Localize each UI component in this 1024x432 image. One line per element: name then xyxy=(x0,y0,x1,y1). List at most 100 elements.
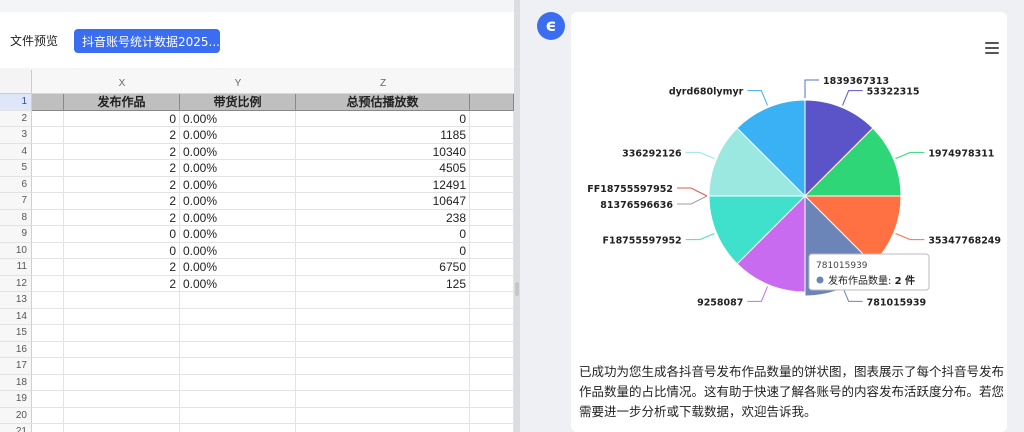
column-letter-x[interactable]: X xyxy=(64,78,180,92)
cell-z[interactable]: 12491 xyxy=(296,176,470,193)
cell[interactable] xyxy=(32,325,64,342)
cell[interactable] xyxy=(64,308,180,325)
cell[interactable] xyxy=(64,358,180,375)
cell-x[interactable]: 0 xyxy=(64,110,180,127)
cell[interactable] xyxy=(470,325,514,342)
header-cell-y[interactable]: 带货比例 xyxy=(180,94,296,111)
cell[interactable] xyxy=(32,242,64,259)
cell-x[interactable]: 2 xyxy=(64,143,180,160)
cell[interactable] xyxy=(32,341,64,358)
file-tab[interactable]: 抖音账号统计数据2025... xyxy=(74,29,220,53)
cell[interactable] xyxy=(296,292,470,309)
cell-z[interactable]: 10647 xyxy=(296,193,470,210)
cell[interactable] xyxy=(296,325,470,342)
cell[interactable] xyxy=(296,341,470,358)
cell-y[interactable]: 0.00% xyxy=(180,176,296,193)
row-number[interactable]: 8 xyxy=(0,209,32,226)
row-number[interactable]: 5 xyxy=(0,160,32,177)
cell[interactable] xyxy=(32,391,64,408)
row-number[interactable]: 20 xyxy=(0,407,32,424)
column-letter-z[interactable]: Z xyxy=(296,78,470,92)
cell-y[interactable]: 0.00% xyxy=(180,193,296,210)
cell[interactable] xyxy=(64,374,180,391)
cell-y[interactable]: 0.00% xyxy=(180,275,296,292)
cell[interactable] xyxy=(64,424,180,432)
cell[interactable] xyxy=(470,259,514,276)
cell[interactable] xyxy=(180,407,296,424)
cell[interactable] xyxy=(470,226,514,243)
cell[interactable] xyxy=(470,358,514,375)
row-number[interactable]: 2 xyxy=(0,110,32,127)
cell-x[interactable]: 2 xyxy=(64,127,180,144)
cell[interactable] xyxy=(32,308,64,325)
cell-x[interactable]: 2 xyxy=(64,160,180,177)
cell[interactable] xyxy=(180,374,296,391)
row-number[interactable]: 19 xyxy=(0,391,32,408)
row-number[interactable]: 10 xyxy=(0,242,32,259)
cell[interactable] xyxy=(470,176,514,193)
cell[interactable] xyxy=(296,391,470,408)
cell-x[interactable]: 0 xyxy=(64,226,180,243)
cell[interactable] xyxy=(470,143,514,160)
cell[interactable] xyxy=(32,259,64,276)
cell[interactable] xyxy=(32,193,64,210)
header-cell-z[interactable]: 总预估播放数 xyxy=(296,94,470,111)
cell-z[interactable]: 0 xyxy=(296,110,470,127)
cell[interactable] xyxy=(32,143,64,160)
cell-y[interactable]: 0.00% xyxy=(180,226,296,243)
cell[interactable] xyxy=(32,127,64,144)
cell[interactable] xyxy=(296,374,470,391)
cell-y[interactable]: 0.00% xyxy=(180,127,296,144)
cell[interactable] xyxy=(64,391,180,408)
cell[interactable] xyxy=(470,374,514,391)
cell-y[interactable]: 0.00% xyxy=(180,143,296,160)
cell-z[interactable]: 10340 xyxy=(296,143,470,160)
cell[interactable] xyxy=(32,160,64,177)
cell[interactable] xyxy=(32,292,64,309)
cell[interactable] xyxy=(470,391,514,408)
cell-y[interactable]: 0.00% xyxy=(180,160,296,177)
cell-y[interactable]: 0.00% xyxy=(180,242,296,259)
cell-x[interactable]: 2 xyxy=(64,176,180,193)
header-cell[interactable] xyxy=(470,94,514,111)
row-number[interactable]: 4 xyxy=(0,143,32,160)
cell[interactable] xyxy=(470,209,514,226)
cell-x[interactable]: 2 xyxy=(64,209,180,226)
cell-z[interactable]: 0 xyxy=(296,226,470,243)
cell-x[interactable]: 2 xyxy=(64,275,180,292)
cell[interactable] xyxy=(296,358,470,375)
cell[interactable] xyxy=(296,424,470,432)
row-number[interactable]: 1 xyxy=(0,94,32,111)
cell[interactable] xyxy=(470,242,514,259)
cell[interactable] xyxy=(32,176,64,193)
cell[interactable] xyxy=(296,407,470,424)
header-cell-x[interactable]: 发布作品 xyxy=(64,94,180,111)
row-number[interactable]: 18 xyxy=(0,374,32,391)
row-number[interactable]: 9 xyxy=(0,226,32,243)
cell[interactable] xyxy=(32,226,64,243)
cell[interactable] xyxy=(32,424,64,432)
cell[interactable] xyxy=(180,325,296,342)
row-number[interactable]: 13 xyxy=(0,292,32,309)
cell[interactable] xyxy=(180,391,296,408)
row-number[interactable]: 15 xyxy=(0,325,32,342)
row-number[interactable]: 6 xyxy=(0,176,32,193)
row-number[interactable]: 7 xyxy=(0,193,32,210)
cell[interactable] xyxy=(470,424,514,432)
cell[interactable] xyxy=(180,308,296,325)
cell-x[interactable]: 2 xyxy=(64,193,180,210)
cell[interactable] xyxy=(64,407,180,424)
cell-z[interactable]: 125 xyxy=(296,275,470,292)
cell[interactable] xyxy=(180,358,296,375)
cell-z[interactable]: 4505 xyxy=(296,160,470,177)
hamburger-icon[interactable] xyxy=(985,42,999,54)
cell-y[interactable]: 0.00% xyxy=(180,259,296,276)
cell-z[interactable]: 6750 xyxy=(296,259,470,276)
row-number[interactable]: 21 xyxy=(0,424,32,432)
cell[interactable] xyxy=(32,209,64,226)
cell[interactable] xyxy=(64,325,180,342)
cell[interactable] xyxy=(32,275,64,292)
cell-z[interactable]: 238 xyxy=(296,209,470,226)
cell[interactable] xyxy=(470,407,514,424)
cell[interactable] xyxy=(32,407,64,424)
